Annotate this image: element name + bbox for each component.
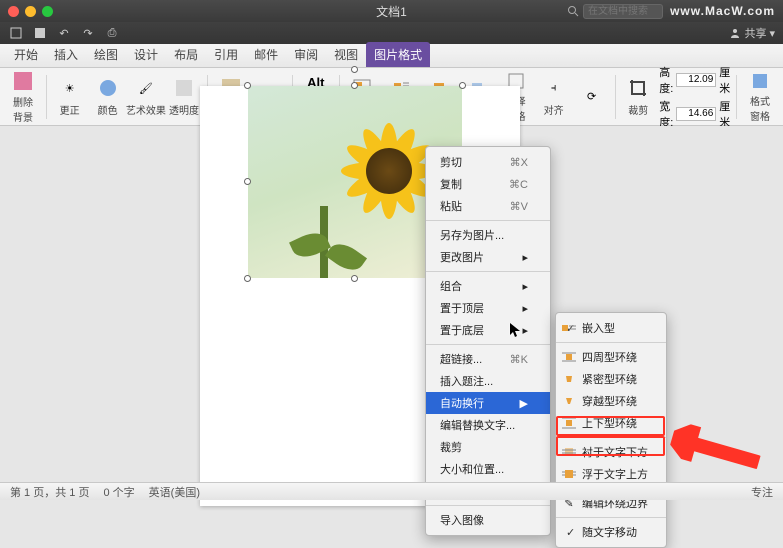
menu-hyperlink[interactable]: 超链接...⌘K: [426, 348, 550, 370]
menu-group[interactable]: 组合▸: [426, 275, 550, 297]
person-icon: [729, 27, 741, 39]
transparency-button[interactable]: 透明度: [167, 72, 201, 122]
tab-home[interactable]: 开始: [6, 42, 46, 67]
wrap-square-icon: [561, 350, 577, 364]
width-label: 宽度:: [659, 98, 673, 130]
search-input[interactable]: [583, 4, 663, 19]
width-input[interactable]: [676, 107, 716, 121]
share-button[interactable]: 共享 ▾: [729, 25, 775, 41]
wrap-tight[interactable]: 紧密型环绕: [556, 368, 666, 390]
menu-copy[interactable]: 复制⌘C: [426, 173, 550, 195]
menu-save-as-picture[interactable]: 另存为图片...: [426, 224, 550, 246]
corrections-button[interactable]: ☀更正: [53, 72, 87, 122]
redo-icon[interactable]: ↷: [80, 25, 96, 41]
status-page[interactable]: 第 1 页，共 1 页: [10, 484, 89, 500]
format-pane-button[interactable]: 格式 窗格: [743, 72, 777, 122]
wrap-top-bottom[interactable]: 上下型环绕: [556, 412, 666, 434]
rotate-handle[interactable]: [351, 66, 358, 73]
menu-crop[interactable]: 裁剪: [426, 436, 550, 458]
tab-references[interactable]: 引用: [206, 42, 246, 67]
wrap-topbottom-icon: [561, 416, 577, 430]
context-menu: 剪切⌘X 复制⌘C 粘贴⌘V 另存为图片... 更改图片▸ 组合▸ 置于顶层▸ …: [425, 146, 551, 536]
rotate-button[interactable]: ⟳: [575, 72, 609, 122]
status-language[interactable]: 英语(美国): [149, 484, 200, 500]
search-wrap: [567, 4, 663, 19]
window-controls: [0, 6, 53, 17]
status-bar: 第 1 页，共 1 页 0 个字 英语(美国) 专注: [0, 482, 783, 500]
tab-layout[interactable]: 布局: [166, 42, 206, 67]
status-focus[interactable]: 专注: [751, 484, 773, 500]
menu-import-image[interactable]: 导入图像: [426, 509, 550, 531]
remove-background-button[interactable]: 删除 背景: [6, 72, 40, 122]
wrap-inline[interactable]: ✓嵌入型: [556, 317, 666, 339]
height-input[interactable]: [676, 73, 716, 87]
size-box: 高度:厘米 宽度:厘米: [659, 64, 730, 130]
print-icon[interactable]: ⎙: [104, 25, 120, 41]
menu-size-and-position[interactable]: 大小和位置...: [426, 458, 550, 480]
cursor-icon: [510, 323, 522, 339]
search-icon: [567, 5, 579, 17]
quick-access-toolbar: ↶ ↷ ⎙ 共享 ▾: [0, 22, 783, 44]
save-icon[interactable]: [32, 25, 48, 41]
share-label: 共享: [744, 25, 766, 41]
maximize-window-icon[interactable]: [42, 6, 53, 17]
watermark: www.MacW.com: [670, 4, 775, 18]
close-window-icon[interactable]: [8, 6, 19, 17]
wrap-behind-icon: [561, 445, 577, 459]
wrap-through[interactable]: 穿越型环绕: [556, 390, 666, 412]
minimize-window-icon[interactable]: [25, 6, 36, 17]
home-icon[interactable]: [8, 25, 24, 41]
wrap-behind-text[interactable]: 衬于文字下方: [556, 441, 666, 463]
menu-insert-caption[interactable]: 插入题注...: [426, 370, 550, 392]
wrap-through-icon: [561, 394, 577, 408]
wrap-tight-icon: [561, 372, 577, 386]
align-button[interactable]: ⫞对齐: [537, 72, 571, 122]
crop-button[interactable]: 裁剪: [621, 72, 655, 122]
menu-send-to-back[interactable]: 置于底层▸: [426, 319, 550, 341]
tab-picture-format[interactable]: 图片格式: [366, 42, 430, 67]
tab-design[interactable]: 设计: [126, 42, 166, 67]
tab-mailings[interactable]: 邮件: [246, 42, 286, 67]
status-word-count[interactable]: 0 个字: [103, 484, 134, 500]
menu-change-picture[interactable]: 更改图片▸: [426, 246, 550, 268]
wrap-infront-icon: [561, 467, 577, 481]
color-button[interactable]: 颜色: [91, 72, 125, 122]
height-label: 高度:: [659, 64, 673, 96]
tab-view[interactable]: 视图: [326, 42, 366, 67]
menu-edit-alt-text[interactable]: 编辑替换文字...: [426, 414, 550, 436]
titlebar: 文档1 www.MacW.com: [0, 0, 783, 22]
menu-wrap-text[interactable]: 自动换行▶: [426, 392, 550, 414]
tab-review[interactable]: 审阅: [286, 42, 326, 67]
wrap-square[interactable]: 四周型环绕: [556, 346, 666, 368]
menu-paste[interactable]: 粘贴⌘V: [426, 195, 550, 217]
wrap-inline-icon: [561, 321, 577, 335]
menu-bring-to-front[interactable]: 置于顶层▸: [426, 297, 550, 319]
tab-insert[interactable]: 插入: [46, 42, 86, 67]
menu-cut[interactable]: 剪切⌘X: [426, 151, 550, 173]
document-title: 文档1: [376, 3, 407, 20]
wrap-move-with-text[interactable]: ✓随文字移动: [556, 521, 666, 543]
artistic-effects-button[interactable]: 🖌艺术效果: [129, 72, 163, 122]
wrap-text-submenu: ✓嵌入型 四周型环绕 紧密型环绕 穿越型环绕 上下型环绕 衬于文字下方 浮于文字…: [555, 312, 667, 548]
undo-icon[interactable]: ↶: [56, 25, 72, 41]
tab-draw[interactable]: 绘图: [86, 42, 126, 67]
